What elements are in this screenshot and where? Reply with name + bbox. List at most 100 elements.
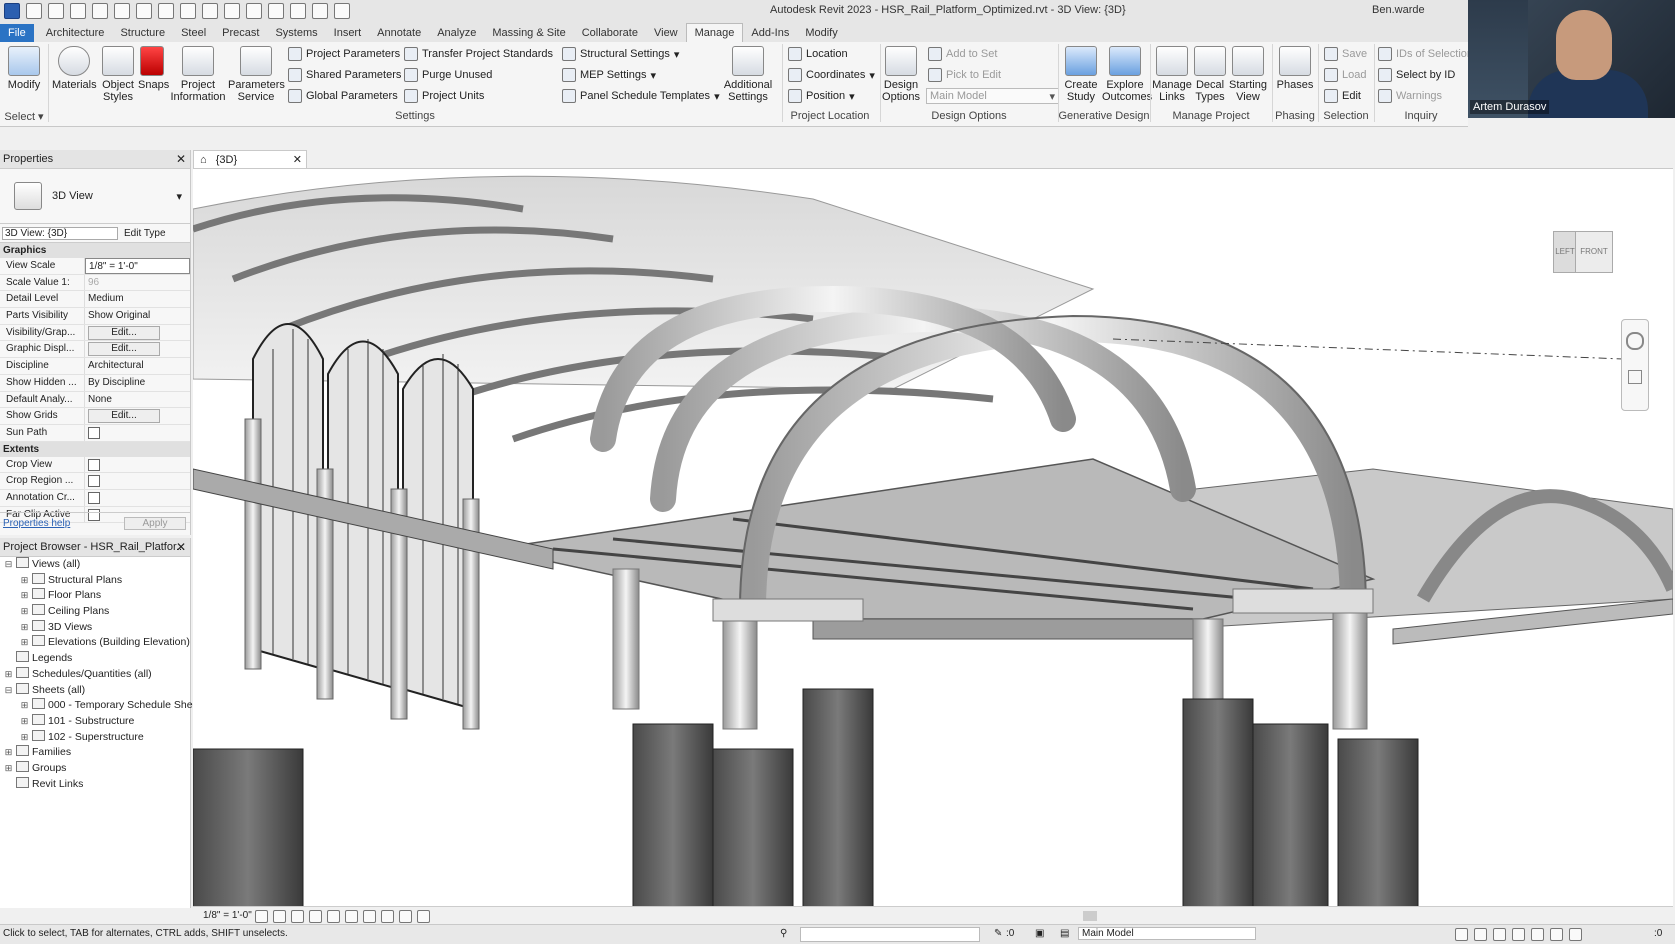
text-icon[interactable] (246, 3, 262, 19)
decal-types-button[interactable]: Decal Types (1192, 46, 1228, 103)
tab-manage[interactable]: Manage (685, 23, 744, 42)
viewcube[interactable]: LEFT FRONT (1553, 231, 1613, 279)
graphics-group[interactable]: Graphics (0, 243, 190, 258)
tab-file[interactable]: File (0, 24, 34, 42)
section-icon[interactable] (290, 3, 306, 19)
browser-item[interactable]: ⊟ Views (all) (0, 557, 190, 573)
tab-view[interactable]: View (646, 24, 686, 42)
zoom-icon[interactable] (1628, 370, 1642, 384)
browser-item[interactable]: ⊞ 3D Views (0, 619, 190, 636)
detail-level-icon[interactable] (255, 910, 268, 923)
checkbox[interactable] (88, 458, 100, 471)
tab-massing-site[interactable]: Massing & Site (484, 24, 573, 42)
extents-row[interactable]: Annotation Cr... (0, 489, 190, 507)
tab-steel[interactable]: Steel (173, 24, 214, 42)
tab-collaborate[interactable]: Collaborate (574, 24, 646, 42)
viewcube-front-face[interactable]: FRONT (1575, 231, 1613, 273)
design-options-button[interactable]: Design Options (882, 46, 920, 103)
extents-group[interactable]: Extents (0, 441, 190, 457)
tab-annotate[interactable]: Annotate (369, 24, 429, 42)
edit-button[interactable]: Edit... (88, 342, 160, 357)
edit-type-button[interactable]: Edit Type (124, 228, 166, 239)
worksets-icon[interactable]: ⚲ (780, 928, 787, 939)
property-row[interactable]: Show Grids Edit... (0, 408, 190, 425)
shared-parameters-button[interactable]: Shared Parameters (288, 68, 401, 82)
print-icon[interactable] (158, 3, 174, 19)
sun-path-icon[interactable] (291, 910, 304, 923)
default-3d-view-icon[interactable] (268, 3, 284, 19)
visual-style-icon[interactable] (273, 910, 286, 923)
instance-selector[interactable]: 3D View: {3D} (2, 226, 118, 240)
apply-button[interactable]: Apply (124, 516, 186, 530)
navigation-bar[interactable] (1621, 319, 1649, 411)
checkbox[interactable] (88, 491, 100, 504)
expand-icon[interactable]: ⊞ (20, 730, 29, 746)
select-by-id-button[interactable]: Select by ID (1378, 68, 1455, 82)
global-parameters-button[interactable]: Global Parameters (288, 89, 398, 103)
purge-unused-button[interactable]: Purge Unused (404, 68, 492, 82)
browser-item[interactable]: Revit Links (0, 776, 190, 793)
structural-settings-button[interactable]: Structural Settings ▾ (562, 47, 679, 61)
tab-precast[interactable]: Precast (214, 24, 267, 42)
property-value[interactable] (85, 425, 190, 441)
add-to-set-button[interactable]: Add to Set (928, 47, 997, 61)
show-crop-icon[interactable] (363, 910, 376, 923)
filter-icon[interactable] (1569, 928, 1582, 941)
collapse-icon[interactable]: ⊟ (4, 557, 13, 573)
tab-insert[interactable]: Insert (326, 24, 370, 42)
pick-to-edit-button[interactable]: Pick to Edit (928, 68, 1001, 82)
browser-item[interactable]: ⊟ Sheets (all) (0, 682, 190, 699)
close-icon[interactable]: ✕ (293, 151, 302, 169)
reveal-hidden-icon[interactable] (417, 910, 430, 923)
redo-icon[interactable] (136, 3, 152, 19)
temporary-hide-icon[interactable] (399, 910, 412, 923)
browser-item[interactable]: ⊞ 101 - Substructure (0, 713, 190, 730)
lock-3d-view-icon[interactable] (381, 910, 394, 923)
tab-3d-view[interactable]: ⌂ {3D} ✕ (193, 150, 307, 169)
property-value[interactable]: 1/8" = 1'-0" (85, 258, 190, 274)
extents-row[interactable]: Crop View (0, 456, 190, 474)
render-icon[interactable] (327, 910, 340, 923)
phases-button[interactable]: Phases (1274, 46, 1316, 91)
browser-item[interactable]: ⊞ Ceiling Plans (0, 604, 190, 620)
select-links-icon[interactable] (1455, 928, 1468, 941)
expand-icon[interactable]: ⊞ (4, 761, 13, 777)
warnings-button[interactable]: Warnings (1378, 89, 1442, 103)
drag-elements-icon[interactable] (1531, 928, 1544, 941)
tab-structure[interactable]: Structure (112, 24, 173, 42)
select-panel-label[interactable]: Select ▾ (2, 110, 46, 123)
edit-button[interactable]: Edit... (88, 409, 160, 424)
viewcube-left-face[interactable]: LEFT (1553, 231, 1577, 273)
measure-icon[interactable] (180, 3, 196, 19)
home-icon[interactable] (26, 3, 42, 19)
project-parameters-button[interactable]: Project Parameters (288, 47, 400, 61)
property-value[interactable] (85, 457, 190, 473)
type-selector[interactable]: 3D View ▾ (0, 169, 190, 224)
close-icon[interactable]: ✕ (176, 538, 186, 556)
expand-icon[interactable]: ⊞ (20, 714, 29, 730)
properties-help-link[interactable]: Properties help (0, 518, 70, 529)
load-selection-button[interactable]: Load (1324, 68, 1366, 82)
property-row[interactable]: Detail Level Medium (0, 291, 190, 309)
manage-links-button[interactable]: Manage Links (1152, 46, 1192, 103)
sync-icon[interactable] (92, 3, 108, 19)
property-value[interactable]: Medium (85, 291, 190, 307)
property-value[interactable]: By Discipline (85, 375, 190, 391)
exclude-options-icon[interactable]: ▤ (1060, 928, 1069, 939)
materials-button[interactable]: Materials (52, 46, 97, 91)
property-value[interactable]: None (85, 392, 190, 408)
browser-item[interactable]: ⊞ Floor Plans (0, 588, 190, 604)
switch-windows-icon[interactable] (334, 3, 350, 19)
browser-item[interactable]: Legends (0, 651, 190, 667)
property-row[interactable]: Show Hidden ... By Discipline (0, 374, 190, 392)
browser-item[interactable]: ⊞ 102 - Superstructure (0, 729, 190, 746)
additional-settings-button[interactable]: Additional Settings (718, 46, 778, 103)
property-value[interactable]: Edit... (85, 408, 190, 424)
property-row[interactable]: View Scale 1/8" = 1'-0" (0, 258, 190, 275)
user-name[interactable]: Ben.warde (1372, 4, 1425, 16)
tab-architecture[interactable]: Architecture (38, 24, 113, 42)
expand-icon[interactable]: ⊞ (20, 604, 29, 620)
property-value[interactable] (85, 490, 190, 506)
property-value[interactable]: Show Original (85, 308, 190, 324)
tab-modify[interactable]: Modify (797, 24, 845, 42)
